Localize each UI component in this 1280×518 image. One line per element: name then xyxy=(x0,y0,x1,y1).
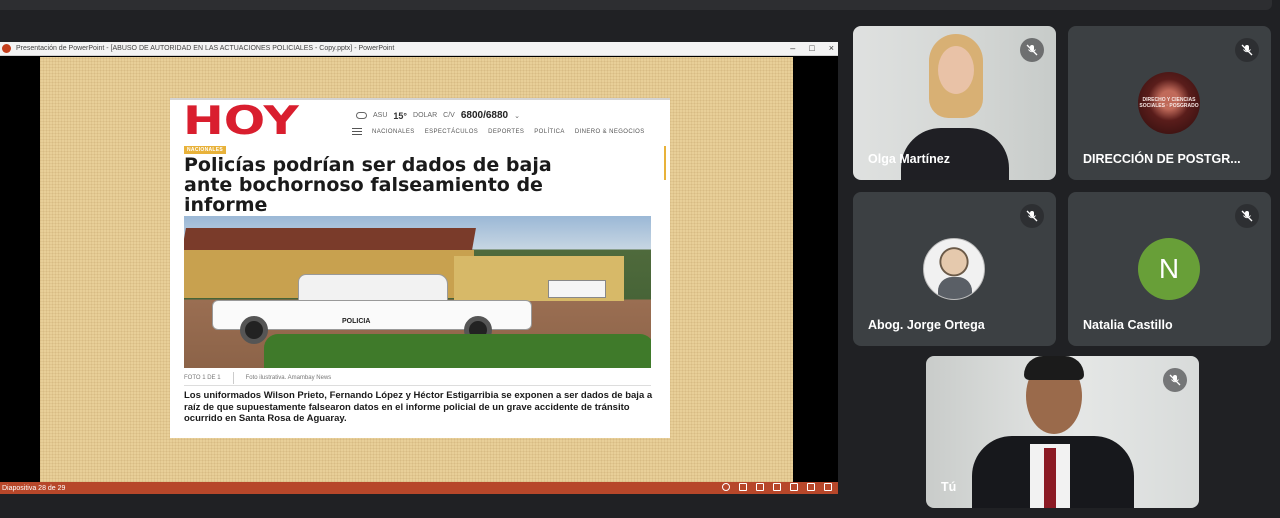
hedge xyxy=(264,334,651,368)
city-label: ASU xyxy=(373,112,388,119)
avatar: N xyxy=(1138,238,1200,300)
participant-tile-direccion[interactable]: DIRECHO Y CIENCIAS SOCIALES · POSGRADO D… xyxy=(1068,26,1271,180)
participant-name: Abog. Jorge Ortega xyxy=(868,318,985,332)
news-photo: POLICIA xyxy=(184,216,651,368)
participant-tile-natalia[interactable]: N Natalia Castillo xyxy=(1068,192,1271,346)
participant-tile-self[interactable]: Tú xyxy=(926,356,1199,508)
minimize-button[interactable]: – xyxy=(790,43,795,53)
section-tag: NACIONALES xyxy=(184,146,227,154)
truck-label: POLICIA xyxy=(342,318,371,325)
nav-item: DEPORTES xyxy=(488,128,525,135)
mic-off-icon xyxy=(1235,204,1259,228)
participant-tile-jorge[interactable]: Abog. Jorge Ortega xyxy=(853,192,1056,346)
powerpoint-icon xyxy=(2,44,11,53)
nav-item: ESPECTÁCULOS xyxy=(424,128,479,135)
avatar xyxy=(923,238,985,300)
police-sign xyxy=(548,280,606,298)
news-nav: NACIONALES ESPECTÁCULOS DEPORTES POLÍTIC… xyxy=(352,128,645,135)
accent-bar xyxy=(664,146,666,180)
participant-hair xyxy=(1024,356,1084,380)
weather-bar: ASU 15° DOLAR C/V 6800/6880 ⌄ xyxy=(356,110,520,121)
window-title: Presentación de PowerPoint - [ABUSO DE A… xyxy=(16,45,395,52)
participant-name: DIRECCIÓN DE POSTGR... xyxy=(1083,152,1241,166)
powerpoint-titlebar: Presentación de PowerPoint - [ABUSO DE A… xyxy=(0,42,838,56)
participant-name: Olga Martínez xyxy=(868,152,950,166)
mic-off-icon xyxy=(1235,38,1259,62)
divider xyxy=(232,371,234,384)
temperature: 15° xyxy=(393,110,408,121)
chevron-down-icon: ⌄ xyxy=(514,112,520,120)
institution-logo: DIRECHO Y CIENCIAS SOCIALES · POSGRADO xyxy=(1138,72,1200,134)
logo-text: DIRECHO Y CIENCIAS SOCIALES · POSGRADO xyxy=(1139,97,1199,109)
exchange-rate: 6800/6880 xyxy=(460,110,509,121)
status-icons xyxy=(722,483,832,491)
top-bar xyxy=(0,0,1272,10)
nav-item: NACIONALES xyxy=(372,128,415,135)
building-roof xyxy=(184,228,476,250)
slide-sorter-icon[interactable] xyxy=(773,483,781,491)
article-lede: Los uniformados Wilson Prieto, Fernando … xyxy=(184,390,653,424)
meet-window: Presentación de PowerPoint - [ABUSO DE A… xyxy=(0,0,1280,518)
truck-wheel xyxy=(240,316,268,344)
participant-name: Natalia Castillo xyxy=(1083,318,1173,332)
powerpoint-statusbar: Diapositiva 28 de 29 xyxy=(0,482,838,494)
hoy-logo: HOY xyxy=(183,99,299,144)
nav-item: DINERO & NEGOCIOS xyxy=(574,128,645,135)
photo-caption: FOTO 1 DE 1 Foto ilustrativa. Amambay Ne… xyxy=(184,370,651,386)
notes-icon[interactable] xyxy=(722,483,730,491)
maximize-button[interactable]: □ xyxy=(809,43,814,53)
slideshow-icon[interactable] xyxy=(824,483,832,491)
pointer-icon[interactable] xyxy=(807,483,815,491)
nav-item: POLÍTICA xyxy=(534,128,565,135)
mic-off-icon xyxy=(1163,368,1187,392)
grid-view-icon[interactable] xyxy=(790,483,798,491)
participant-name: Tú xyxy=(941,480,957,494)
menu-icon xyxy=(352,128,362,135)
cv-label: C/V xyxy=(443,112,455,119)
mic-off-icon xyxy=(1020,38,1044,62)
mic-off-icon xyxy=(1020,204,1044,228)
participant-tie xyxy=(1044,448,1056,508)
slide-counter: Diapositiva 28 de 29 xyxy=(2,484,66,492)
participant-face xyxy=(938,46,974,94)
normal-view-icon[interactable] xyxy=(739,483,747,491)
news-clipping: HOY ASU 15° DOLAR C/V 6800/6880 ⌄ NACION… xyxy=(170,98,670,438)
headline: Policías podrían ser dados de baja ante … xyxy=(184,154,552,216)
police-truck: POLICIA xyxy=(212,274,532,344)
photo-counter: FOTO 1 DE 1 xyxy=(184,374,221,381)
currency-label: DOLAR xyxy=(413,112,438,119)
window-controls: – □ × xyxy=(790,43,834,53)
close-button[interactable]: × xyxy=(829,43,834,53)
reading-view-icon[interactable] xyxy=(756,483,764,491)
cloud-icon xyxy=(356,112,367,119)
participant-tile-olga[interactable]: Olga Martínez xyxy=(853,26,1056,180)
photo-credit: Foto ilustrativa. Amambay News xyxy=(245,374,332,381)
